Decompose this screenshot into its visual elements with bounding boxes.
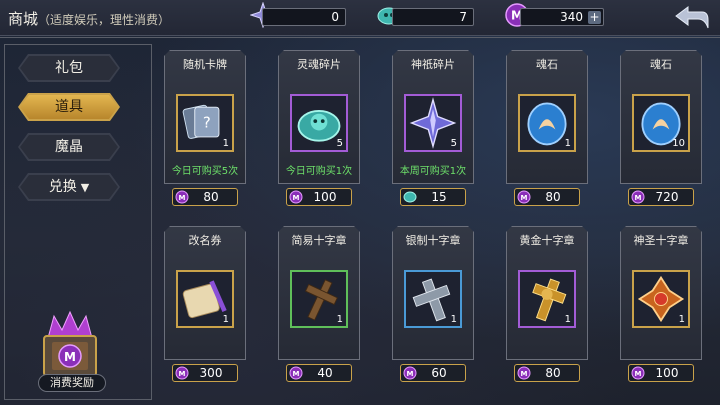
magic-crystal-icon: M (403, 366, 417, 380)
shop-item-card[interactable]: 神祇碎片 5 本周可购买1次 15 (392, 50, 474, 206)
page-title: 商城（适度娱乐，理性消费） (8, 10, 171, 28)
svg-text:M: M (293, 370, 300, 378)
buy-button[interactable]: M 300 (172, 364, 238, 382)
item-quantity: 1 (678, 314, 685, 325)
item-name: 随机卡牌 (183, 58, 227, 71)
purchase-limit: 本周可购买1次 (399, 166, 467, 177)
svg-text:?: ? (203, 114, 211, 132)
item-price: 100 (655, 366, 679, 380)
item-quantity: 1 (564, 314, 571, 325)
magic-crystal-icon: M (175, 366, 189, 380)
svg-text:M: M (179, 194, 186, 202)
magic-crystal-icon: M (175, 190, 189, 204)
item-quantity: 1 (564, 138, 571, 149)
item-price: 80 (203, 190, 219, 204)
resource-soul-token: 7 (392, 8, 474, 26)
item-quantity: 1 (222, 138, 229, 149)
svg-text:M: M (635, 194, 642, 202)
item-icon-box[interactable]: 10 (632, 94, 690, 152)
tab-items[interactable]: 道具 (18, 93, 120, 121)
svg-text:M: M (179, 370, 186, 378)
purchase-limit: 今日可购买5次 (171, 166, 239, 177)
purchase-limit: 今日可购买1次 (285, 166, 353, 177)
item-icon-box[interactable]: 1 (176, 270, 234, 328)
header-divider (0, 37, 720, 41)
shop-item-card[interactable]: 魂石 1 M 80 (506, 50, 588, 206)
magic-crystal-icon: M (517, 366, 531, 380)
buy-button[interactable]: M 80 (514, 364, 580, 382)
item-price: 15 (431, 190, 447, 204)
add-crystal-button[interactable]: + (588, 11, 601, 24)
item-icon-box[interactable]: 5 (404, 94, 462, 152)
shop-item-card[interactable]: 魂石 10 M 720 (620, 50, 702, 206)
buy-button[interactable]: M 100 (286, 188, 352, 206)
item-price: 80 (545, 190, 561, 204)
magic-crystal-icon: M (631, 190, 645, 204)
buy-button[interactable]: M 60 (400, 364, 466, 382)
buy-button[interactable]: M 40 (286, 364, 352, 382)
tab-magic-crystal[interactable]: 魔晶 (18, 133, 120, 161)
magic-crystal-amount: 340 (560, 10, 583, 24)
item-price: 40 (317, 366, 333, 380)
item-quantity: 10 (672, 138, 685, 149)
buy-button[interactable]: M 100 (628, 364, 694, 382)
item-name: 银制十字章 (405, 234, 461, 247)
shop-item-card[interactable]: 神圣十字章 1 M 100 (620, 226, 702, 382)
item-quantity: 5 (336, 138, 343, 149)
shop-item-card[interactable]: 黄金十字章 1 M 80 (506, 226, 588, 382)
item-quantity: 1 (222, 314, 229, 325)
buy-button[interactable]: M 80 (514, 188, 580, 206)
item-price: 60 (431, 366, 447, 380)
item-name: 黄金十字章 (519, 234, 575, 247)
item-price: 80 (545, 366, 561, 380)
magic-crystal-icon: M (631, 366, 645, 380)
item-icon-box[interactable]: 1 (404, 270, 462, 328)
svg-text:M: M (293, 194, 300, 202)
tab-exchange[interactable]: 兑换 ▼ (18, 173, 120, 201)
item-name: 简易十字章 (291, 234, 347, 247)
shop-item-card[interactable]: 银制十字章 1 M 60 (392, 226, 474, 382)
item-price: 720 (655, 190, 679, 204)
item-name: 改名券 (188, 234, 222, 247)
svg-text:M: M (407, 370, 414, 378)
item-price: 100 (313, 190, 337, 204)
magic-crystal-icon: M (517, 190, 531, 204)
item-quantity: 1 (450, 314, 457, 325)
soul-token-icon (403, 191, 417, 203)
tab-gift-pack[interactable]: 礼包 (18, 54, 120, 82)
resource-star-shard: 0 (262, 8, 346, 26)
item-icon-box[interactable]: ? 1 (176, 94, 234, 152)
item-name: 神圣十字章 (633, 234, 689, 247)
svg-text:M: M (635, 370, 642, 378)
back-arrow-icon[interactable] (672, 4, 710, 32)
svg-text:M: M (64, 350, 76, 364)
item-name: 魂石 (650, 58, 672, 71)
shop-item-card[interactable]: 简易十字章 1 M 40 (278, 226, 360, 382)
consumption-reward-button[interactable]: 消费奖励 (38, 374, 106, 392)
top-bar: 商城（适度娱乐，理性消费） 0 7 M 340 + (0, 0, 720, 36)
svg-text:M: M (521, 194, 528, 202)
item-name: 神祇碎片 (411, 58, 455, 71)
item-icon-box[interactable]: 1 (518, 270, 576, 328)
item-name: 魂石 (536, 58, 558, 71)
item-name: 灵魂碎片 (297, 58, 341, 71)
item-icon-box[interactable]: 1 (518, 94, 576, 152)
shop-item-card[interactable]: 改名券 1 M 300 (164, 226, 246, 382)
item-quantity: 5 (450, 138, 457, 149)
item-quantity: 1 (336, 314, 343, 325)
buy-button[interactable]: M 80 (172, 188, 238, 206)
buy-button[interactable]: 15 (400, 188, 466, 206)
magic-crystal-icon: M (289, 190, 303, 204)
item-icon-box[interactable]: 1 (290, 270, 348, 328)
buy-button[interactable]: M 720 (628, 188, 694, 206)
item-price: 300 (199, 366, 223, 380)
item-icon-box[interactable]: 5 (290, 94, 348, 152)
shop-item-card[interactable]: 随机卡牌? 1 今日可购买5次 M 80 (164, 50, 246, 206)
svg-text:M: M (521, 370, 528, 378)
magic-crystal-icon: M (289, 366, 303, 380)
chevron-down-icon: ▼ (80, 181, 90, 194)
shop-item-card[interactable]: 灵魂碎片 5 今日可购买1次 M 100 (278, 50, 360, 206)
item-icon-box[interactable]: 1 (632, 270, 690, 328)
resource-magic-crystal: 340 + (520, 8, 604, 26)
